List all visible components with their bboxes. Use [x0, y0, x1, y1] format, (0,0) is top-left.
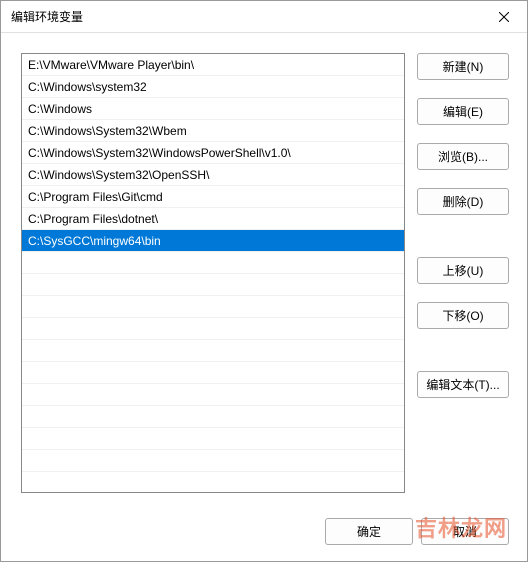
move-down-button[interactable]: 下移(O) — [417, 302, 509, 329]
close-icon — [499, 12, 509, 22]
empty-row[interactable] — [22, 384, 404, 406]
content-area: E:\VMware\VMware Player\bin\C:\Windows\s… — [1, 33, 527, 510]
env-var-dialog: 编辑环境变量 E:\VMware\VMware Player\bin\C:\Wi… — [0, 0, 528, 562]
footer: 确定 取消 吉林龙网 — [1, 510, 527, 561]
empty-row[interactable] — [22, 274, 404, 296]
path-row[interactable]: E:\VMware\VMware Player\bin\ — [22, 54, 404, 76]
empty-row[interactable] — [22, 340, 404, 362]
empty-row[interactable] — [22, 362, 404, 384]
delete-button[interactable]: 删除(D) — [417, 188, 509, 215]
empty-row[interactable] — [22, 406, 404, 428]
path-row[interactable]: C:\Windows — [22, 98, 404, 120]
browse-button[interactable]: 浏览(B)... — [417, 143, 509, 170]
empty-row[interactable] — [22, 318, 404, 340]
path-listbox[interactable]: E:\VMware\VMware Player\bin\C:\Windows\s… — [21, 53, 405, 493]
dialog-title: 编辑环境变量 — [11, 8, 83, 25]
empty-row[interactable] — [22, 428, 404, 450]
cancel-button[interactable]: 取消 — [421, 518, 509, 545]
path-row[interactable]: C:\SysGCC\mingw64\bin — [22, 230, 404, 252]
path-row[interactable]: C:\Windows\System32\OpenSSH\ — [22, 164, 404, 186]
titlebar: 编辑环境变量 — [1, 1, 527, 33]
path-row[interactable]: C:\Windows\System32\Wbem — [22, 120, 404, 142]
close-button[interactable] — [481, 1, 527, 33]
edit-text-button[interactable]: 编辑文本(T)... — [417, 371, 509, 398]
new-button[interactable]: 新建(N) — [417, 53, 509, 80]
path-row[interactable]: C:\Windows\system32 — [22, 76, 404, 98]
empty-row[interactable] — [22, 472, 404, 493]
move-up-button[interactable]: 上移(U) — [417, 257, 509, 284]
path-row[interactable]: C:\Program Files\dotnet\ — [22, 208, 404, 230]
empty-row[interactable] — [22, 450, 404, 472]
path-row[interactable]: C:\Windows\System32\WindowsPowerShell\v1… — [22, 142, 404, 164]
button-column: 新建(N) 编辑(E) 浏览(B)... 删除(D) 上移(U) 下移(O) 编… — [417, 53, 509, 500]
ok-button[interactable]: 确定 — [325, 518, 413, 545]
empty-row[interactable] — [22, 252, 404, 274]
path-row[interactable]: C:\Program Files\Git\cmd — [22, 186, 404, 208]
edit-button[interactable]: 编辑(E) — [417, 98, 509, 125]
empty-row[interactable] — [22, 296, 404, 318]
